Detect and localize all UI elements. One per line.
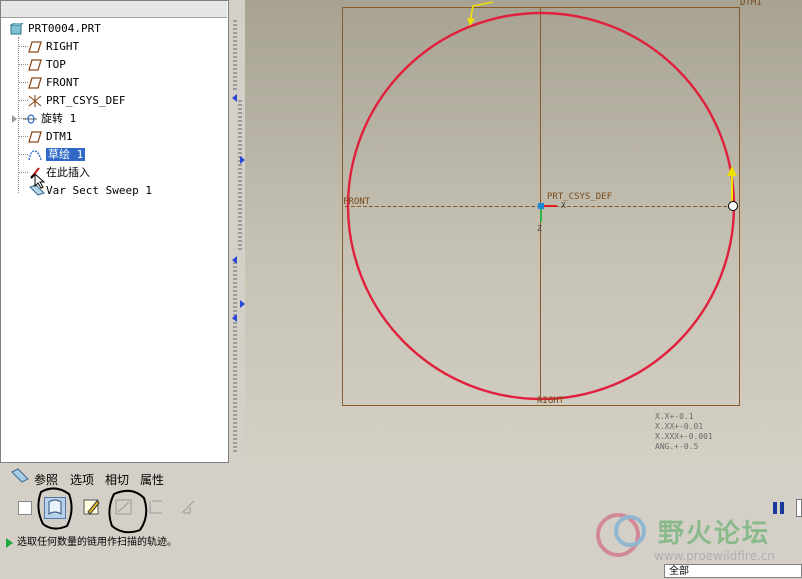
tree-header-bar <box>1 1 227 18</box>
tree-item-csys[interactable]: PRT_CSYS_DEF <box>28 93 125 109</box>
watermark: 野火论坛 www.proewildfire.cn <box>590 507 802 567</box>
tolerance-line: X.XX+-0.01 <box>655 422 704 431</box>
sash-grip <box>233 20 237 90</box>
sash-grip <box>238 100 242 250</box>
tree-item-label: 草绘 1 <box>46 148 86 161</box>
collapse-left-icon[interactable] <box>232 94 237 102</box>
collapse-left-icon[interactable] <box>232 314 237 322</box>
label-front[interactable]: FRONT <box>343 197 370 207</box>
tree-connector <box>18 172 28 173</box>
sketch-pencil-icon <box>83 499 100 515</box>
label-right[interactable]: RIGHT <box>537 396 564 406</box>
status-message: 选取任何数量的链用作扫描的轨迹。 <box>17 537 177 548</box>
sash-grip <box>233 262 237 452</box>
datum-plane-icon <box>28 59 42 71</box>
csys-icon <box>28 95 42 107</box>
tree-item-label: PRT_CSYS_DEF <box>46 94 126 107</box>
csys-origin <box>538 203 544 209</box>
watermark-url: www.proewildfire.cn <box>654 549 775 563</box>
watermark-title: 野火论坛 <box>658 519 771 549</box>
model-tree: PRT0004.PRT RIGHT TOP FRONT PRT_CSYS_DEF… <box>0 0 229 463</box>
tree-item-label: RIGHT <box>46 40 80 53</box>
label-dtm1[interactable]: DTM1 <box>740 0 762 8</box>
start-arrow-head-icon <box>727 166 737 176</box>
expand-icon[interactable] <box>12 115 17 123</box>
solid-toggle-button[interactable] <box>18 501 32 515</box>
tree-item-label: 旋转 1 <box>41 112 77 125</box>
tree-item-top[interactable]: TOP <box>28 57 66 73</box>
label-z-axis: Z <box>537 224 542 233</box>
thicken-icon <box>149 500 162 514</box>
tree-item-dtm1[interactable]: DTM1 <box>28 129 73 145</box>
tree-item-label: Var Sect Sweep 1 <box>46 184 152 197</box>
message-area: 选取任何数量的链用作扫描的轨迹。 <box>0 534 570 552</box>
mouse-cursor-icon <box>34 173 46 189</box>
datum-plane-icon <box>28 131 42 143</box>
start-point[interactable] <box>728 201 738 211</box>
tree-item-front[interactable]: FRONT <box>28 75 79 91</box>
flip-icon <box>181 500 195 514</box>
sweep-feature-icon <box>11 468 29 483</box>
flip-direction-button[interactable] <box>178 497 200 519</box>
tree-connector <box>18 154 28 155</box>
annotation-scribble-2 <box>108 489 148 534</box>
datum-plane-icon <box>28 77 42 89</box>
revolve-icon <box>23 113 37 125</box>
message-arrow-icon <box>6 538 13 548</box>
feature-dashboard: 参照 选项 相切 属性 选取任何数量的链用作扫描的轨迹。 野火论坛 www.pr… <box>0 463 802 578</box>
sketch-section-button[interactable] <box>82 497 104 519</box>
tree-connector <box>18 136 28 137</box>
tolerance-line: X.X+-0.1 <box>655 412 694 421</box>
tree-item-label: 在此插入 <box>46 166 90 179</box>
tree-item-label: TOP <box>46 58 66 71</box>
tree-item-var-sect-sweep[interactable]: * Var Sect Sweep 1 <box>28 183 152 199</box>
selection-filter-dropdown[interactable]: 全部 <box>664 564 802 578</box>
tree-connector <box>18 64 28 65</box>
tree-item-label: DTM1 <box>46 130 73 143</box>
tree-item-root[interactable]: PRT0004.PRT <box>9 21 101 37</box>
tree-item-label: PRT0004.PRT <box>28 22 101 35</box>
tab-tangency[interactable]: 相切 <box>105 471 129 488</box>
tree-connector <box>18 46 28 47</box>
datum-plane-icon <box>28 41 42 53</box>
tolerance-line: X.XXX+-0.001 <box>655 432 713 441</box>
tolerance-line: ANG.+-0.5 <box>655 442 699 451</box>
sketch-icon <box>28 149 42 161</box>
tree-item-sketch[interactable]: 草绘 1 <box>28 147 86 163</box>
model-canvas[interactable] <box>245 0 802 463</box>
thicken-button[interactable] <box>146 497 168 519</box>
collapse-left-icon[interactable] <box>232 256 237 264</box>
part-icon <box>9 22 24 35</box>
panel-sash[interactable] <box>229 0 245 463</box>
label-csys[interactable]: PRT_CSYS_DEF <box>547 192 612 202</box>
tree-item-right[interactable]: RIGHT <box>28 39 79 55</box>
label-x-axis: X <box>561 201 566 210</box>
graphics-window[interactable]: DTM1 FRONT PRT_CSYS_DEF RIGHT X Z X.X+-0… <box>245 0 802 463</box>
tree-connector <box>18 100 28 101</box>
tree-item-revolve[interactable]: 旋转 1 <box>12 111 76 127</box>
watermark-logo-icon <box>596 513 646 557</box>
tree-connector <box>18 82 28 83</box>
tab-properties[interactable]: 属性 <box>140 471 164 488</box>
tree-item-label: FRONT <box>46 76 80 89</box>
annotation-scribble-1 <box>37 487 73 530</box>
